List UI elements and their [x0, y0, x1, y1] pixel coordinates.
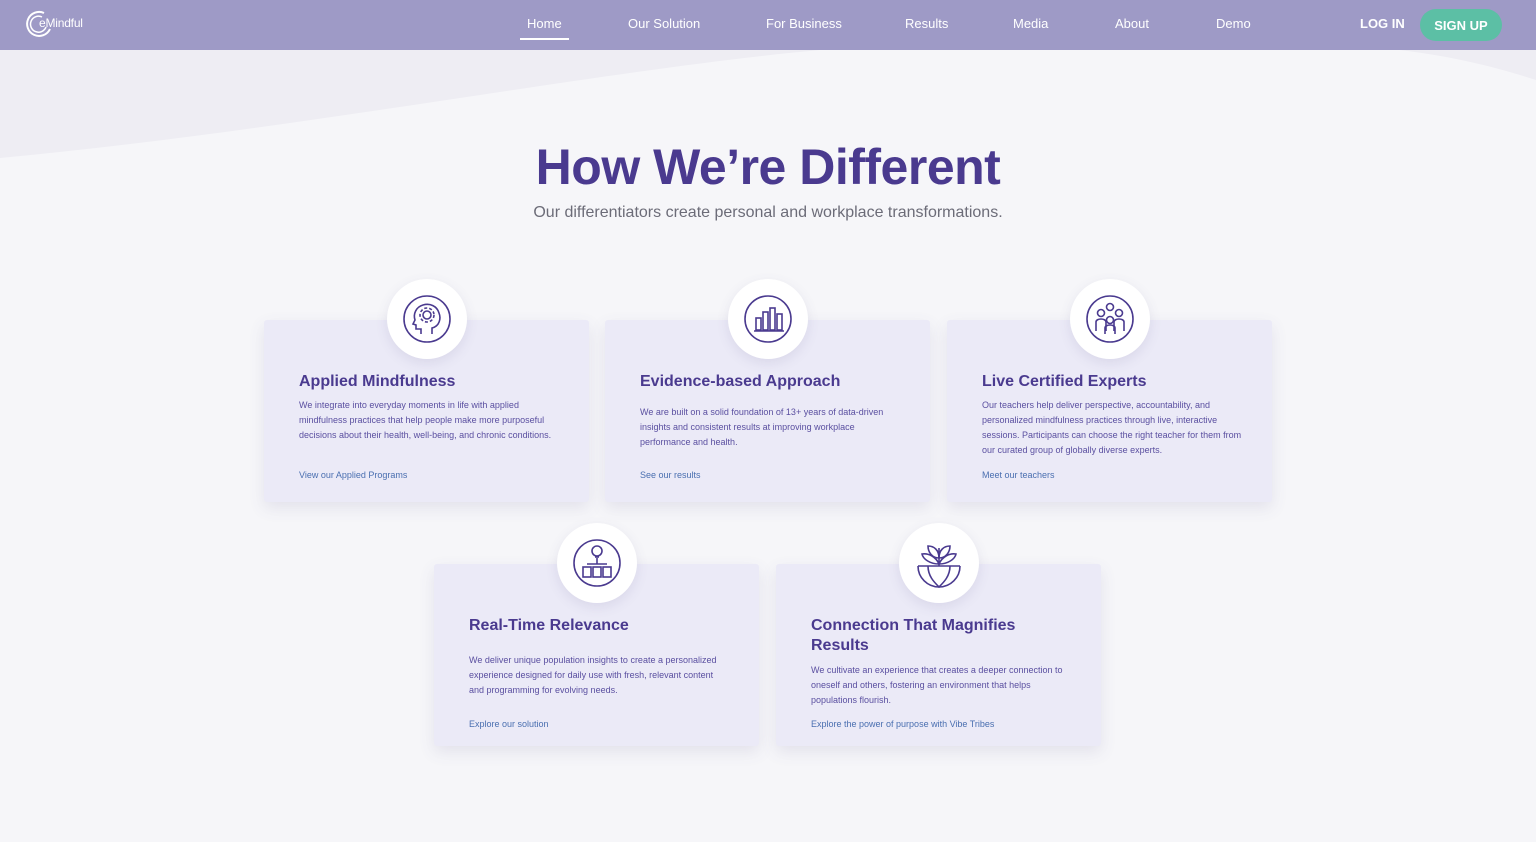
brand-logo[interactable]: eMindful — [24, 9, 83, 39]
nav-home[interactable]: Home — [520, 16, 569, 40]
card-title: Applied Mindfulness — [299, 373, 456, 390]
card-text: Our teachers help deliver perspective, a… — [982, 400, 1242, 455]
signup-button[interactable]: SIGN UP — [1420, 9, 1502, 41]
card-link[interactable]: See our results — [640, 470, 701, 480]
card-link[interactable]: Explore our solution — [469, 719, 549, 729]
nav-media[interactable]: Media — [1013, 16, 1048, 31]
people-group-icon — [1070, 279, 1150, 359]
nav-about[interactable]: About — [1115, 16, 1149, 31]
nav-results[interactable]: Results — [905, 16, 948, 31]
card-title: Connection That Magnifies Results — [811, 617, 1016, 654]
card-title: Evidence-based Approach — [640, 373, 841, 390]
card-text: We integrate into everyday moments in li… — [299, 400, 552, 440]
nav-demo[interactable]: Demo — [1216, 16, 1251, 31]
lightbulb-devices-icon — [557, 523, 637, 603]
card-text: We are built on a solid foundation of 13… — [640, 407, 884, 447]
section-subtitle: Our differentiators create personal and … — [533, 204, 1003, 221]
card-link[interactable]: Meet our teachers — [982, 470, 1055, 480]
login-link[interactable]: LOG IN — [1360, 16, 1405, 31]
section-title: How We’re Different — [535, 139, 1001, 195]
card-title: Live Certified Experts — [982, 373, 1147, 390]
nav-our-solution[interactable]: Our Solution — [628, 16, 700, 31]
card-text: We deliver unique population insights to… — [469, 655, 717, 695]
card-link[interactable]: Explore the power of purpose with Vibe T… — [811, 719, 994, 729]
card-text: We cultivate an experience that creates … — [811, 665, 1063, 705]
top-navbar: eMindful Home Our Solution For Business … — [0, 0, 1536, 50]
globe-plant-icon — [899, 523, 979, 603]
card-title: Real-Time Relevance — [469, 617, 629, 634]
nav-for-business[interactable]: For Business — [766, 16, 842, 31]
bar-chart-icon — [728, 279, 808, 359]
card-link[interactable]: View our Applied Programs — [299, 470, 407, 480]
head-gear-icon — [387, 279, 467, 359]
brand-name: eMindful — [39, 16, 83, 30]
